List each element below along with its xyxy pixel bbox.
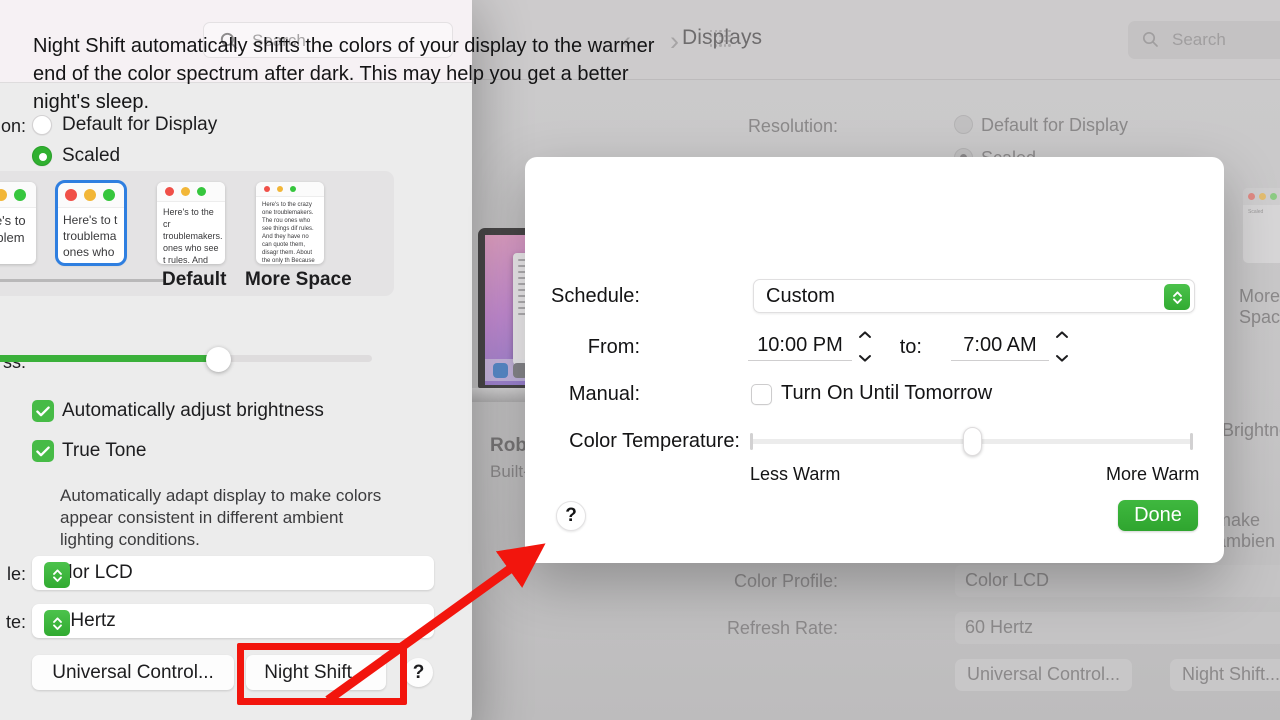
checkbox-turn-on-until-tomorrow-label: Turn On Until Tomorrow — [781, 382, 993, 404]
color-profile-stepper[interactable] — [44, 562, 70, 588]
schedule-stepper[interactable] — [1164, 284, 1190, 310]
brightness-slider[interactable] — [0, 355, 372, 362]
checkbox-true-tone-label: True Tone — [62, 440, 147, 461]
done-button[interactable]: Done — [1118, 500, 1198, 531]
screenshot-root: ‹ › Displays Search Built-in Resolution:… — [0, 0, 1280, 720]
bg-true-tone-help: make ambien — [1216, 510, 1276, 551]
help-button[interactable]: ? — [404, 658, 433, 687]
background-page-title: Displays — [682, 26, 763, 49]
annotation-highlight-box — [237, 643, 407, 705]
bg-resolution-thumb[interactable]: Scaled — [1243, 188, 1280, 263]
manual-label: Manual: — [568, 383, 640, 405]
color-profile-popup[interactable]: Color LCD — [32, 556, 434, 590]
resolution-slider-track[interactable] — [0, 279, 165, 282]
bg-universal-control-button[interactable]: Universal Control... — [955, 659, 1133, 691]
bg-radio-default-for-display[interactable] — [954, 115, 973, 134]
thumb-titlebar — [0, 182, 36, 208]
sheet-help-button[interactable]: ? — [556, 501, 586, 531]
refresh-rate-stepper[interactable] — [44, 610, 70, 636]
to-time-field[interactable]: 7:00 AM — [951, 330, 1049, 361]
radio-default-for-display[interactable] — [32, 115, 52, 135]
radio-default-for-display-label: Default for Display — [62, 114, 218, 135]
thumb-caption-default: Default — [162, 269, 227, 290]
refresh-rate-label: te: — [5, 612, 26, 632]
bg-color-profile-value: Color LCD — [965, 570, 1050, 590]
checkbox-true-tone[interactable] — [32, 440, 54, 462]
thumb-text-1: Here's to troublem — [0, 213, 26, 245]
radio-scaled-label: Scaled — [62, 145, 121, 166]
bg-refresh-rate-value: 60 Hertz — [965, 617, 1034, 637]
resolution-thumb-3[interactable]: Here's to the cr troublemakers. ones who… — [157, 182, 225, 264]
thumb-titlebar — [256, 182, 324, 197]
more-warm-label: More Warm — [1106, 464, 1200, 484]
bg-brightness-label: Brightness — [1222, 420, 1280, 440]
universal-control-button[interactable]: Universal Control... — [32, 655, 234, 690]
bg-radio-default-label: Default for Display — [981, 115, 1129, 135]
resolution-label: on: — [0, 116, 26, 136]
thumb-text-3: Here's to the cr troublemakers. ones who… — [163, 207, 223, 264]
resolution-scale-panel: Here's to troublem Here's to t troublema… — [0, 171, 394, 296]
thumb-titlebar — [57, 182, 125, 208]
schedule-label: Schedule: — [551, 285, 640, 307]
schedule-value: Custom — [766, 285, 835, 307]
bg-thumb-text: Scaled — [1248, 208, 1264, 215]
to-time-stepper[interactable] — [1052, 330, 1071, 363]
checkbox-auto-brightness[interactable] — [32, 400, 54, 422]
to-label: to: — [899, 336, 922, 358]
thumb-titlebar — [157, 182, 225, 202]
slider-min-cap — [750, 433, 753, 450]
checkbox-turn-on-until-tomorrow[interactable] — [751, 384, 772, 405]
from-time-field[interactable]: 10:00 PM — [748, 330, 852, 361]
radio-scaled[interactable] — [32, 146, 52, 166]
thumb-text-2: Here's to t troublema ones who — [63, 213, 118, 259]
bg-more-space-caption: More Space — [1239, 286, 1280, 327]
true-tone-helper-text: Automatically adapt display to make colo… — [60, 486, 382, 549]
bg-color-profile-field[interactable]: Color LCD — [955, 565, 1280, 597]
bg-resolution-label: Resolution: — [747, 116, 838, 136]
refresh-rate-popup[interactable]: 60 Hertz — [32, 604, 434, 638]
brightness-slider-thumb[interactable] — [206, 347, 231, 372]
night-shift-description: Night Shift automatically shifts the col… — [33, 35, 655, 113]
color-temperature-slider-thumb[interactable] — [963, 427, 982, 456]
bg-refresh-rate-field[interactable]: 60 Hertz — [955, 612, 1280, 644]
bg-refresh-rate-label: Refresh Rate: — [726, 618, 838, 638]
schedule-dropdown[interactable]: Custom — [753, 279, 1195, 313]
background-search-input[interactable]: Search — [1128, 21, 1280, 59]
checkbox-auto-brightness-label: Automatically adjust brightness — [62, 400, 324, 421]
from-label: From: — [587, 336, 640, 358]
bg-color-profile-label: Color Profile: — [733, 571, 838, 591]
brightness-slider-fill — [0, 355, 223, 362]
resolution-thumb-1[interactable]: Here's to troublem — [0, 182, 36, 264]
slider-max-cap — [1190, 433, 1193, 450]
color-temperature-label: Color Temperature: — [569, 430, 740, 452]
thumb-caption-more-space: More Space — [245, 269, 352, 290]
background-search-placeholder: Search — [1172, 30, 1226, 49]
resolution-thumb-2[interactable]: Here's to t troublema ones who — [55, 180, 127, 266]
less-warm-label: Less Warm — [750, 464, 841, 484]
thumb-text-4: Here's to the crazy one troublemakers. T… — [262, 202, 315, 264]
bg-night-shift-button[interactable]: Night Shift... — [1170, 659, 1280, 691]
resolution-thumb-4[interactable]: Here's to the crazy one troublemakers. T… — [256, 182, 324, 264]
search-icon — [1142, 31, 1159, 53]
color-profile-label: le: — [6, 564, 26, 584]
